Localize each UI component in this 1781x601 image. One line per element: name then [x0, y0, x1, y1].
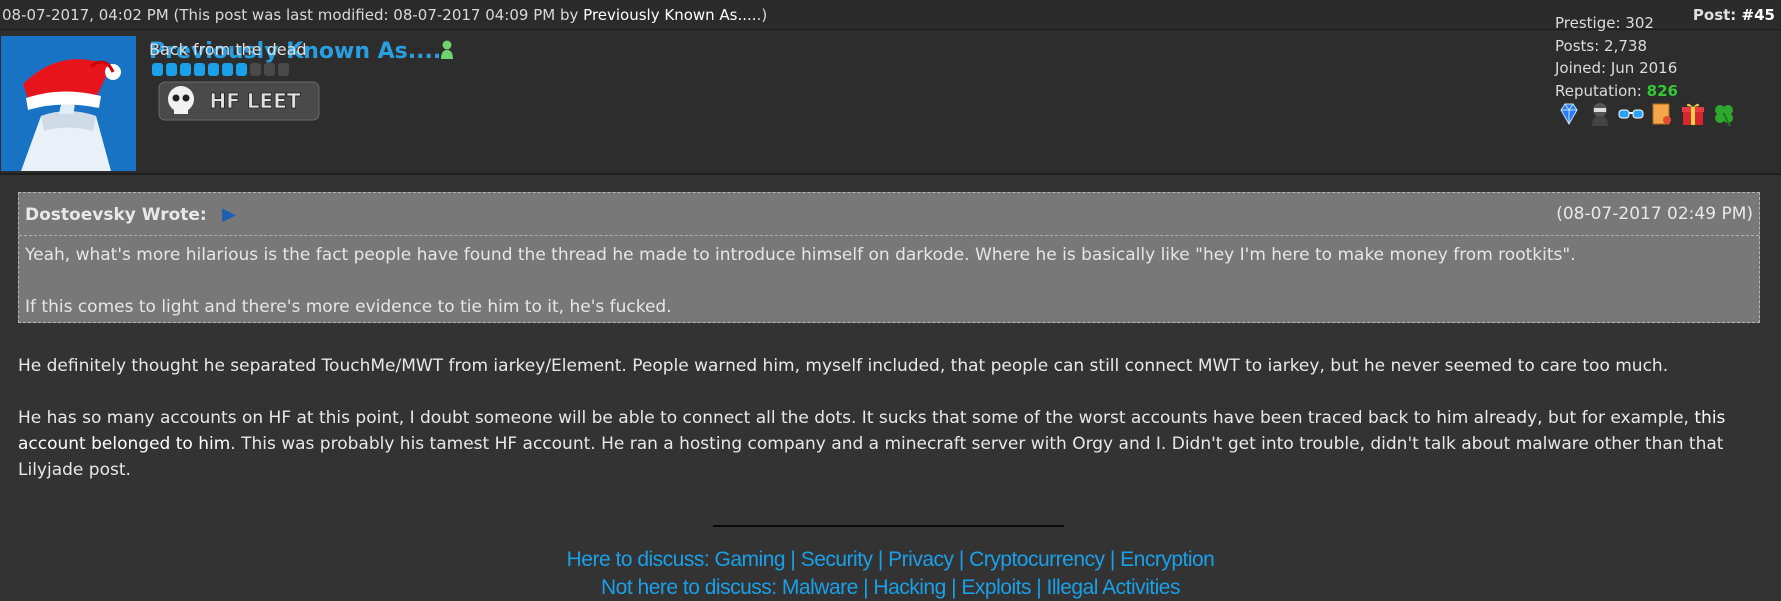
- glasses-award-icon[interactable]: [1617, 100, 1645, 128]
- stat-prestige: Prestige: 302: [1555, 14, 1654, 32]
- quote-header: Dostoevsky Wrote: ▶ (08-07-2017 02:49 PM…: [19, 193, 1759, 236]
- user-avatar[interactable]: [1, 36, 136, 171]
- message-paragraph: He definitely thought he separated Touch…: [18, 356, 1669, 376]
- quote-block: Dostoevsky Wrote: ▶ (08-07-2017 02:49 PM…: [18, 192, 1760, 323]
- rank-star-empty-icon: [264, 63, 275, 76]
- stat-joined: Joined: Jun 2016: [1555, 59, 1678, 77]
- rank-star-icon: [208, 63, 219, 76]
- modified-by-link[interactable]: Previously Known As....: [583, 6, 756, 24]
- post-header-bar: 08-07-2017, 04:02 PM (This post was last…: [0, 0, 1781, 30]
- rank-star-icon: [236, 63, 247, 76]
- award-icons: [1555, 100, 1738, 128]
- user-rank-stars: [152, 63, 289, 76]
- rank-star-icon: [194, 63, 205, 76]
- rank-star-icon: [180, 63, 191, 76]
- signature-line-2: Not here to discuss: Malware | Hacking |…: [601, 576, 1180, 599]
- signature-line-1: Here to discuss: Gaming | Security | Pri…: [566, 548, 1215, 571]
- user-online-icon: [440, 40, 454, 64]
- post-number-link[interactable]: Post: #45: [1693, 6, 1775, 24]
- diamond-award-icon[interactable]: [1555, 100, 1583, 128]
- ninja-award-icon[interactable]: [1586, 100, 1614, 128]
- rank-star-icon: [166, 63, 177, 76]
- quote-source-arrow-icon[interactable]: ▶: [222, 204, 236, 225]
- quote-paragraph: If this comes to light and there's more …: [25, 297, 672, 317]
- avatar-image-icon: [1, 36, 136, 171]
- modified-suffix: .): [756, 5, 768, 24]
- gift-award-icon[interactable]: [1679, 100, 1707, 128]
- rank-star-empty-icon: [278, 63, 289, 76]
- quote-text: Yeah, what's more hilarious is the fact …: [19, 236, 1759, 326]
- quote-timestamp: (08-07-2017 02:49 PM): [1556, 204, 1753, 224]
- modified-prefix: (This post was last modified: 08-07-2017…: [173, 5, 579, 24]
- post-message: He definitely thought he separated Touch…: [18, 353, 1763, 483]
- user-stats: Prestige: 302 Posts: 2,738 Joined: Jun 2…: [1555, 12, 1678, 102]
- post-number: #45: [1741, 5, 1775, 24]
- reputation-value: 826: [1646, 81, 1678, 100]
- stat-posts: Posts: 2,738: [1555, 36, 1647, 55]
- rank-star-empty-icon: [250, 63, 261, 76]
- rank-star-icon: [222, 63, 233, 76]
- group-badge-text: HF LEET: [209, 89, 300, 113]
- signature-divider: [713, 525, 1064, 527]
- post-label: Post:: [1692, 5, 1737, 24]
- quote-paragraph: Yeah, what's more hilarious is the fact …: [25, 245, 1576, 265]
- rank-star-icon: [152, 63, 163, 76]
- scroll-award-icon[interactable]: [1648, 100, 1676, 128]
- post-datetime: 08-07-2017, 04:02 PM: [2, 5, 169, 24]
- post-meta: 08-07-2017, 04:02 PM (This post was last…: [2, 6, 767, 24]
- stat-reputation[interactable]: Reputation: 826: [1555, 80, 1678, 103]
- quote-author: Dostoevsky Wrote:: [25, 204, 207, 225]
- user-title: Back from the dead: [149, 40, 307, 59]
- group-badge-leet: HF LEET: [157, 80, 321, 122]
- clover-award-icon[interactable]: [1710, 100, 1738, 128]
- message-paragraph: He has so many accounts on HF at this po…: [18, 408, 1726, 480]
